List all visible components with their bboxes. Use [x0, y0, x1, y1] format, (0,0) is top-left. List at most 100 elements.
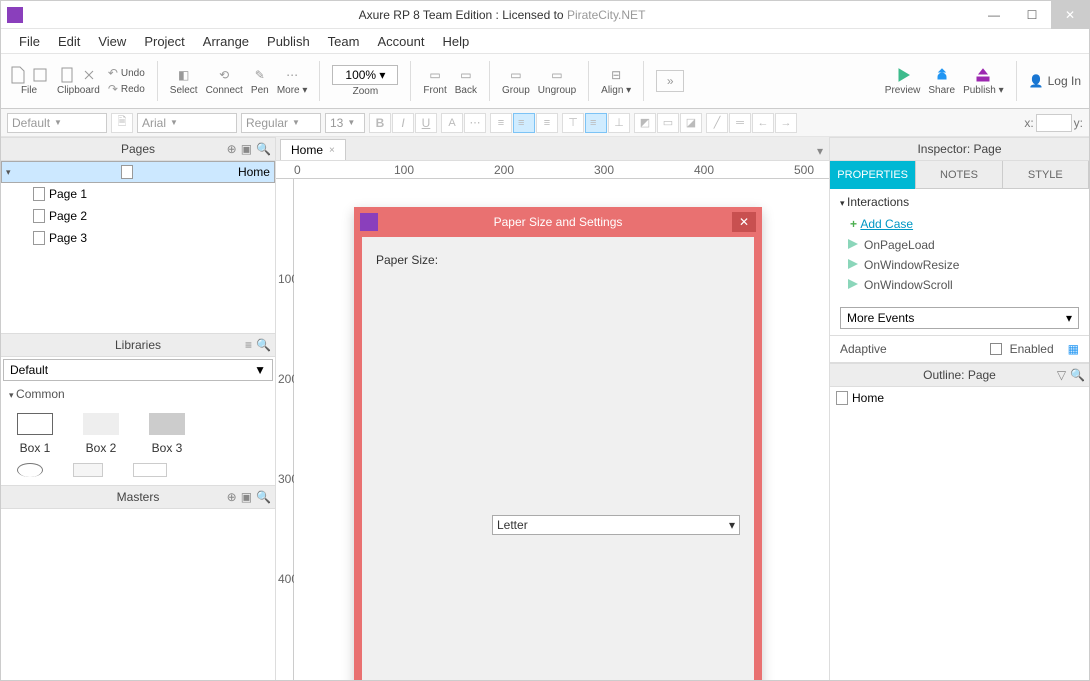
- save-icon[interactable]: [31, 66, 49, 84]
- canvas[interactable]: Paper Size and Settings ✕ Paper Size: Le…: [294, 179, 829, 680]
- menu-team[interactable]: Team: [320, 32, 368, 51]
- pen-icon[interactable]: ✎: [251, 66, 269, 84]
- back-icon[interactable]: ▭: [457, 66, 475, 84]
- menu-publish[interactable]: Publish: [259, 32, 318, 51]
- adaptive-settings-icon[interactable]: ▦: [1068, 342, 1079, 356]
- weight-dropdown[interactable]: Regular▼: [241, 113, 321, 133]
- libs-menu-icon[interactable]: ≡: [245, 338, 252, 352]
- add-folder-icon[interactable]: ▣: [241, 142, 252, 156]
- login-button[interactable]: 👤Log In: [1029, 74, 1081, 88]
- widget-box3[interactable]: Box 3: [149, 413, 185, 455]
- library-section[interactable]: ▾ Common: [1, 383, 275, 405]
- outline-search-icon[interactable]: 🔍: [1070, 368, 1085, 382]
- select-icon[interactable]: ◧: [175, 66, 193, 84]
- publish-icon[interactable]: [974, 66, 992, 84]
- menu-help[interactable]: Help: [434, 32, 477, 51]
- tab-menu-icon[interactable]: ▾: [815, 142, 829, 160]
- outline-item-home[interactable]: Home: [830, 387, 1089, 409]
- valign-top-button[interactable]: ⊤: [562, 113, 584, 133]
- paste-icon[interactable]: [58, 66, 76, 84]
- libraries-panel-header: Libraries ≡🔍: [1, 333, 275, 357]
- overflow-button[interactable]: »: [656, 70, 684, 92]
- app-icon: [1, 1, 29, 29]
- border-button[interactable]: ▭: [657, 113, 679, 133]
- new-file-icon[interactable]: [9, 66, 27, 84]
- add-page-icon[interactable]: ⊕: [227, 142, 237, 156]
- tab-close-icon[interactable]: ×: [329, 145, 335, 156]
- widget-image[interactable]: [73, 463, 103, 477]
- tab-properties[interactable]: PROPERTIES: [830, 161, 916, 189]
- page-item-page2[interactable]: Page 2: [1, 205, 275, 227]
- paper-size-label: Paper Size:: [376, 253, 486, 680]
- menu-view[interactable]: View: [90, 32, 134, 51]
- style-settings-icon[interactable]: 🗎: [111, 113, 133, 133]
- italic-button[interactable]: I: [392, 113, 414, 133]
- style-dropdown[interactable]: Default▼: [7, 113, 107, 133]
- ungroup-icon[interactable]: ▭: [548, 66, 566, 84]
- fill-button[interactable]: ◩: [634, 113, 656, 133]
- align-icon[interactable]: ⊟: [607, 66, 625, 84]
- interactions-heading[interactable]: ▾ Interactions: [840, 195, 1079, 209]
- share-icon[interactable]: [933, 66, 951, 84]
- search-masters-icon[interactable]: 🔍: [256, 490, 271, 504]
- widget-box1[interactable]: Box 1: [17, 413, 53, 455]
- redo-button[interactable]: ↷Redo: [108, 82, 145, 96]
- preview-icon[interactable]: [894, 66, 912, 84]
- valign-bottom-button[interactable]: ⊥: [608, 113, 630, 133]
- underline-button[interactable]: U: [415, 113, 437, 133]
- line-width-button[interactable]: ═: [729, 113, 751, 133]
- maximize-button[interactable]: ☐: [1013, 1, 1051, 29]
- page-item-home[interactable]: ▾Home: [1, 161, 275, 183]
- more-icon[interactable]: ⋯: [283, 66, 301, 84]
- paper-size-select[interactable]: Letter▾: [492, 515, 740, 535]
- connect-icon[interactable]: ⟲: [215, 66, 233, 84]
- page-item-page3[interactable]: Page 3: [1, 227, 275, 249]
- arrow-start-button[interactable]: ←: [752, 113, 774, 133]
- page-item-page1[interactable]: Page 1: [1, 183, 275, 205]
- tab-notes[interactable]: NOTES: [916, 161, 1002, 189]
- align-right-button[interactable]: ≡: [536, 113, 558, 133]
- shadow-button[interactable]: ◪: [680, 113, 702, 133]
- dialog-close-button[interactable]: ✕: [732, 212, 756, 232]
- undo-button[interactable]: ↶Undo: [108, 66, 145, 80]
- event-onpageload[interactable]: OnPageLoad: [840, 235, 1079, 255]
- menu-file[interactable]: File: [11, 32, 48, 51]
- add-case-link[interactable]: Add Case: [860, 217, 913, 231]
- widget-box2[interactable]: Box 2: [83, 413, 119, 455]
- widget-ellipse[interactable]: [17, 463, 43, 477]
- outline-filter-icon[interactable]: ▽: [1057, 368, 1066, 382]
- align-left-button[interactable]: ≡: [490, 113, 512, 133]
- text-color-button[interactable]: A: [441, 113, 463, 133]
- bold-button[interactable]: B: [369, 113, 391, 133]
- event-onwindowresize[interactable]: OnWindowResize: [840, 255, 1079, 275]
- add-master-folder-icon[interactable]: ▣: [241, 490, 252, 504]
- menu-account[interactable]: Account: [369, 32, 432, 51]
- valign-middle-button[interactable]: ≡: [585, 113, 607, 133]
- add-master-icon[interactable]: ⊕: [227, 490, 237, 504]
- x-input[interactable]: [1036, 114, 1072, 132]
- front-icon[interactable]: ▭: [426, 66, 444, 84]
- close-button[interactable]: ✕: [1051, 1, 1089, 29]
- event-onwindowscroll[interactable]: OnWindowScroll: [840, 275, 1079, 295]
- search-pages-icon[interactable]: 🔍: [256, 142, 271, 156]
- library-dropdown[interactable]: Default▼: [3, 359, 273, 381]
- font-dropdown[interactable]: Arial▼: [137, 113, 237, 133]
- widget-placeholder[interactable]: [133, 463, 167, 477]
- minimize-button[interactable]: —: [975, 1, 1013, 29]
- menu-project[interactable]: Project: [136, 32, 192, 51]
- enabled-checkbox[interactable]: [990, 343, 1002, 355]
- line-style-button[interactable]: ╱: [706, 113, 728, 133]
- more-type-button[interactable]: ⋯: [464, 113, 486, 133]
- more-events-dropdown[interactable]: More Events▾: [840, 307, 1079, 329]
- tab-style[interactable]: STYLE: [1003, 161, 1089, 189]
- zoom-dropdown[interactable]: 100% ▾: [332, 65, 398, 85]
- size-dropdown[interactable]: 13▼: [325, 113, 365, 133]
- arrow-end-button[interactable]: →: [775, 113, 797, 133]
- align-center-button[interactable]: ≡: [513, 113, 535, 133]
- menu-edit[interactable]: Edit: [50, 32, 88, 51]
- libs-search-icon[interactable]: 🔍: [256, 338, 271, 352]
- cut-icon[interactable]: [80, 66, 98, 84]
- group-icon[interactable]: ▭: [507, 66, 525, 84]
- menu-arrange[interactable]: Arrange: [195, 32, 257, 51]
- tab-home[interactable]: Home×: [280, 139, 346, 160]
